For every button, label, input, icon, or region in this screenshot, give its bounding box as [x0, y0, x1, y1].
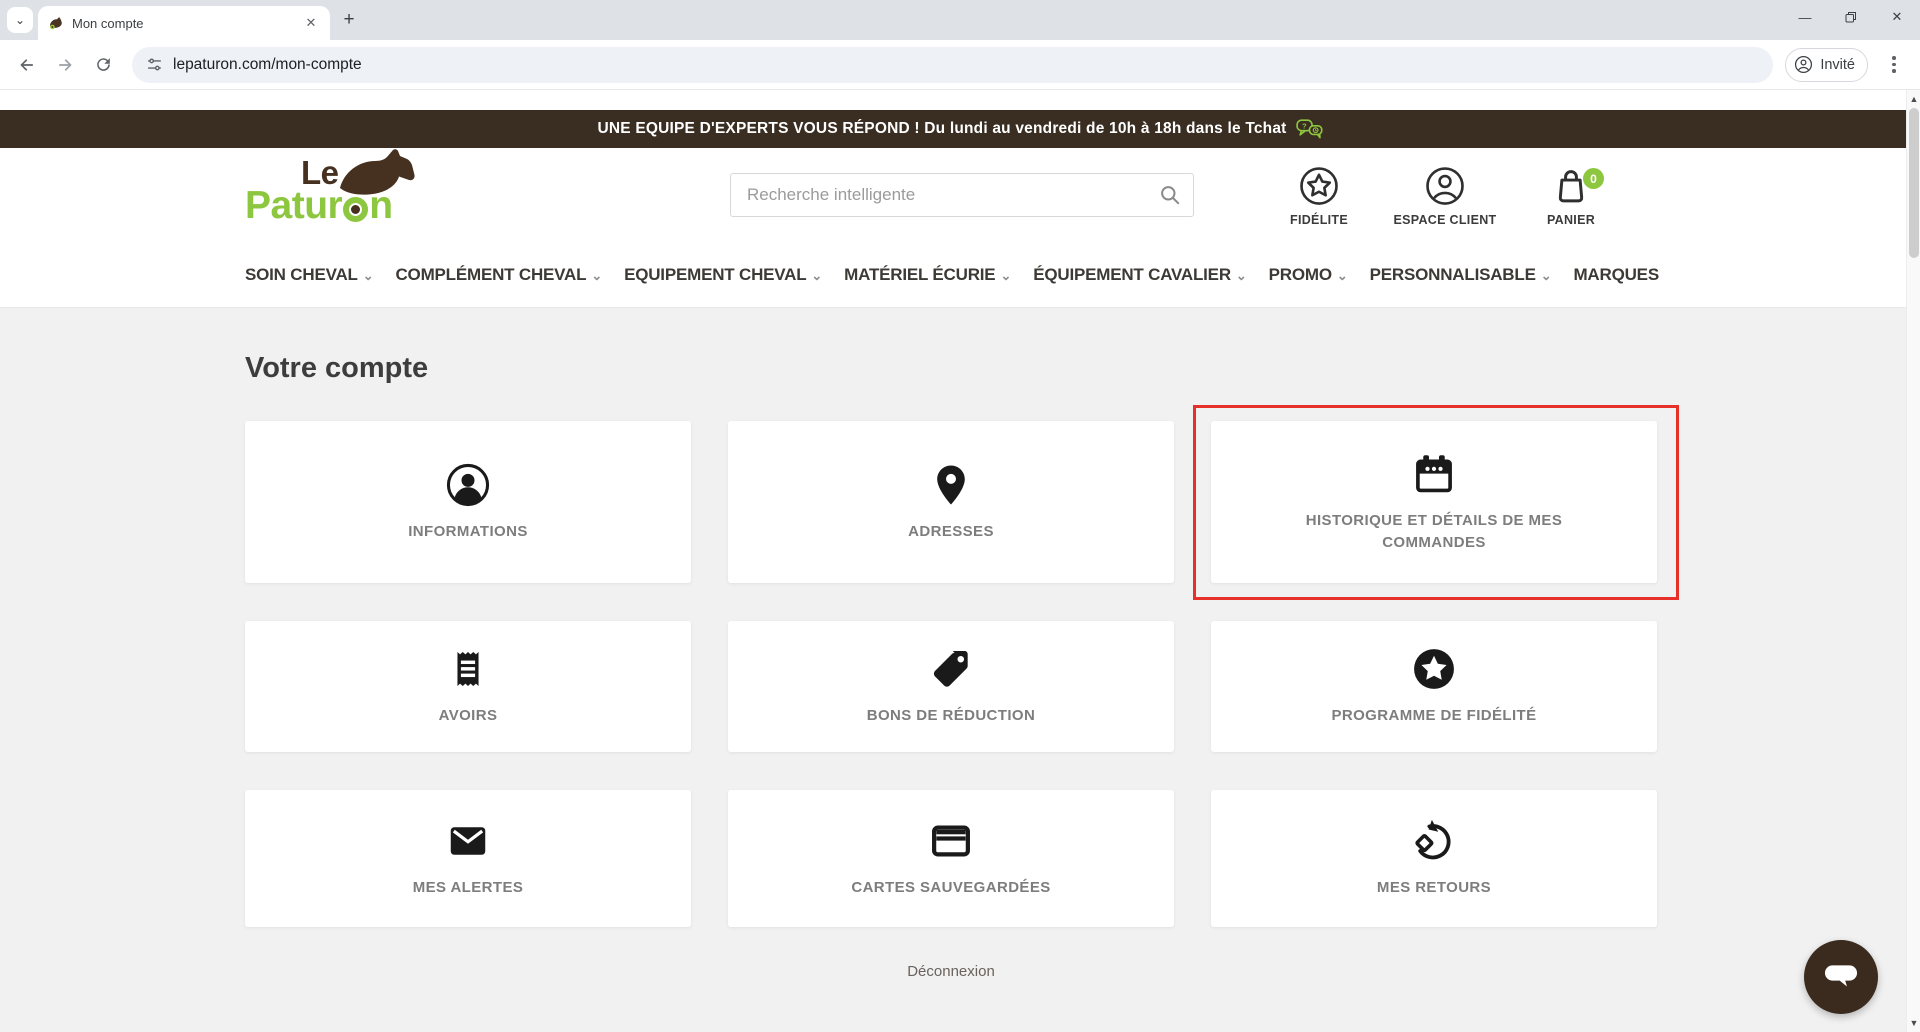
card-adresses[interactable]: ADRESSES	[728, 421, 1174, 583]
search-input[interactable]	[730, 173, 1194, 217]
card-mes-alertes[interactable]: MES ALERTES	[245, 790, 691, 927]
back-button[interactable]	[10, 48, 44, 82]
nav-item-complement-cheval[interactable]: COMPLÉMENT CHEVAL ⌄	[395, 265, 602, 285]
new-tab-button[interactable]: +	[336, 7, 362, 33]
card-historique-et-details-de-mes-commandes[interactable]: HISTORIQUE ET DÉTAILS DE MES COMMANDES	[1193, 405, 1679, 600]
site-header: Le Paturn FIDÉLITE ESPACE CLIENT 0 PANIE…	[0, 148, 1920, 242]
browser-toolbar: lepaturon.com/mon-compte Invité	[0, 40, 1920, 90]
browser-tab[interactable]: Mon compte ✕	[38, 6, 330, 40]
web-page: UNE EQUIPE D'EXPERTS VOUS RÉPOND ! Du lu…	[0, 90, 1920, 1032]
chevron-down-icon: ⌄	[1540, 268, 1552, 283]
forward-icon	[59, 58, 72, 71]
nav-item-soin-cheval[interactable]: SOIN CHEVAL ⌄	[245, 265, 374, 285]
cart-count-badge: 0	[1583, 168, 1604, 189]
tab-title: Mon compte	[72, 15, 144, 31]
chevron-down-icon: ⌄	[811, 268, 823, 283]
site-settings-icon[interactable]	[146, 56, 163, 73]
forward-button[interactable]	[48, 48, 82, 82]
nav-item-materiel-ecurie[interactable]: MATÉRIEL ÉCURIE ⌄	[844, 265, 1011, 285]
quick-link-panier[interactable]: 0 PANIER	[1508, 164, 1634, 227]
tab-list-button[interactable]: ⌄	[7, 7, 33, 33]
address-bar[interactable]: lepaturon.com/mon-compte	[132, 46, 1774, 83]
chevron-down-icon: ⌄	[1235, 268, 1247, 283]
envelope-icon	[450, 827, 486, 855]
chevron-down-icon: ⌄	[591, 268, 603, 283]
chat-widget-button[interactable]	[1804, 940, 1878, 1014]
chevron-down-icon: ⌄	[362, 268, 374, 283]
return-icon	[1415, 820, 1451, 860]
card-programme-de-fidelite[interactable]: PROGRAMME DE FIDÉLITÉ	[1211, 621, 1657, 752]
nav-item-equipement-cheval[interactable]: EQUIPEMENT CHEVAL ⌄	[624, 265, 822, 285]
page-scrollbar[interactable]: ▲ ▼	[1906, 90, 1920, 1032]
logo-main-post: n	[369, 184, 393, 227]
info-banner: UNE EQUIPE D'EXPERTS VOUS RÉPOND ! Du lu…	[0, 110, 1920, 148]
restore-icon	[1845, 12, 1856, 23]
card-cartes-sauvegardees[interactable]: CARTES SAUVEGARDÉES	[728, 790, 1174, 927]
url-text: lepaturon.com/mon-compte	[173, 55, 362, 73]
quick-link-fidelite[interactable]: FIDÉLITE	[1256, 164, 1382, 227]
scroll-up-arrow[interactable]: ▲	[1907, 92, 1920, 106]
star-badge-icon	[1414, 649, 1454, 690]
tag-icon	[933, 651, 968, 687]
main-navigation: SOIN CHEVAL ⌄ COMPLÉMENT CHEVAL ⌄ EQUIPE…	[0, 242, 1920, 308]
calendar-icon	[1416, 454, 1452, 493]
user-circle-icon	[1426, 167, 1464, 205]
browser-profile-chip[interactable]: Invité	[1785, 47, 1868, 82]
nav-item-promo[interactable]: PROMO ⌄	[1269, 265, 1348, 285]
profile-label: Invité	[1820, 56, 1855, 73]
tab-close-icon[interactable]: ✕	[302, 14, 320, 32]
logo-target-o-icon	[343, 196, 369, 222]
header-quick-links: FIDÉLITE ESPACE CLIENT 0 PANIER	[1256, 164, 1634, 227]
browser-tab-strip: ⌄ Mon compte ✕ + — ✕	[0, 0, 1920, 40]
nav-item-equipement-cavalier[interactable]: ÉQUIPEMENT CAVALIER ⌄	[1033, 265, 1247, 285]
account-page: Votre compte INFORMATIONS ADRESSES HISTO…	[0, 308, 1920, 1032]
account-cards-grid: INFORMATIONS ADRESSES HISTORIQUE ET DÉTA…	[245, 405, 1920, 927]
nav-item-marques[interactable]: MARQUES	[1573, 265, 1659, 285]
page-title: Votre compte	[245, 352, 429, 384]
receipt-icon	[457, 652, 479, 687]
card-bons-de-reduction[interactable]: BONS DE RÉDUCTION	[728, 621, 1174, 752]
back-icon	[20, 58, 33, 71]
nav-item-personnalisable[interactable]: PERSONNALISABLE ⌄	[1370, 265, 1552, 285]
guest-profile-icon	[1795, 55, 1813, 74]
star-circle-icon	[1300, 167, 1338, 205]
credit-card-icon	[932, 825, 970, 857]
reload-button[interactable]	[86, 48, 120, 82]
chevron-down-icon: ⌄	[1336, 268, 1348, 283]
browser-menu-button[interactable]	[1882, 56, 1906, 73]
map-pin-icon	[937, 465, 965, 505]
logo-main-pre: Patur	[245, 184, 343, 227]
search-area	[730, 173, 1194, 217]
scrollbar-thumb[interactable]	[1909, 108, 1919, 258]
quick-link-espace-client[interactable]: ESPACE CLIENT	[1382, 164, 1508, 227]
search-icon[interactable]	[1158, 183, 1182, 207]
card-informations[interactable]: INFORMATIONS	[245, 421, 691, 583]
svg-text:?: ?	[1302, 121, 1307, 130]
card-mes-retours[interactable]: MES RETOURS	[1211, 790, 1657, 927]
chat-bubbles-icon: ?	[1295, 118, 1323, 138]
logout-link[interactable]: Déconnexion	[907, 963, 995, 980]
window-restore-button[interactable]	[1828, 0, 1874, 34]
scroll-down-arrow[interactable]: ▼	[1907, 1016, 1920, 1030]
window-close-button[interactable]: ✕	[1874, 0, 1920, 34]
banner-text: UNE EQUIPE D'EXPERTS VOUS RÉPOND ! Du lu…	[597, 120, 1287, 137]
chevron-down-icon: ⌄	[1000, 268, 1012, 283]
reload-icon	[96, 58, 110, 71]
card-avoirs[interactable]: AVOIRS	[245, 621, 691, 752]
chat-bubble-icon	[1824, 965, 1858, 987]
site-logo[interactable]: Le Patur n	[245, 149, 417, 234]
window-minimize-button[interactable]: —	[1782, 0, 1828, 34]
user-icon	[446, 463, 490, 506]
site-favicon	[50, 17, 62, 30]
